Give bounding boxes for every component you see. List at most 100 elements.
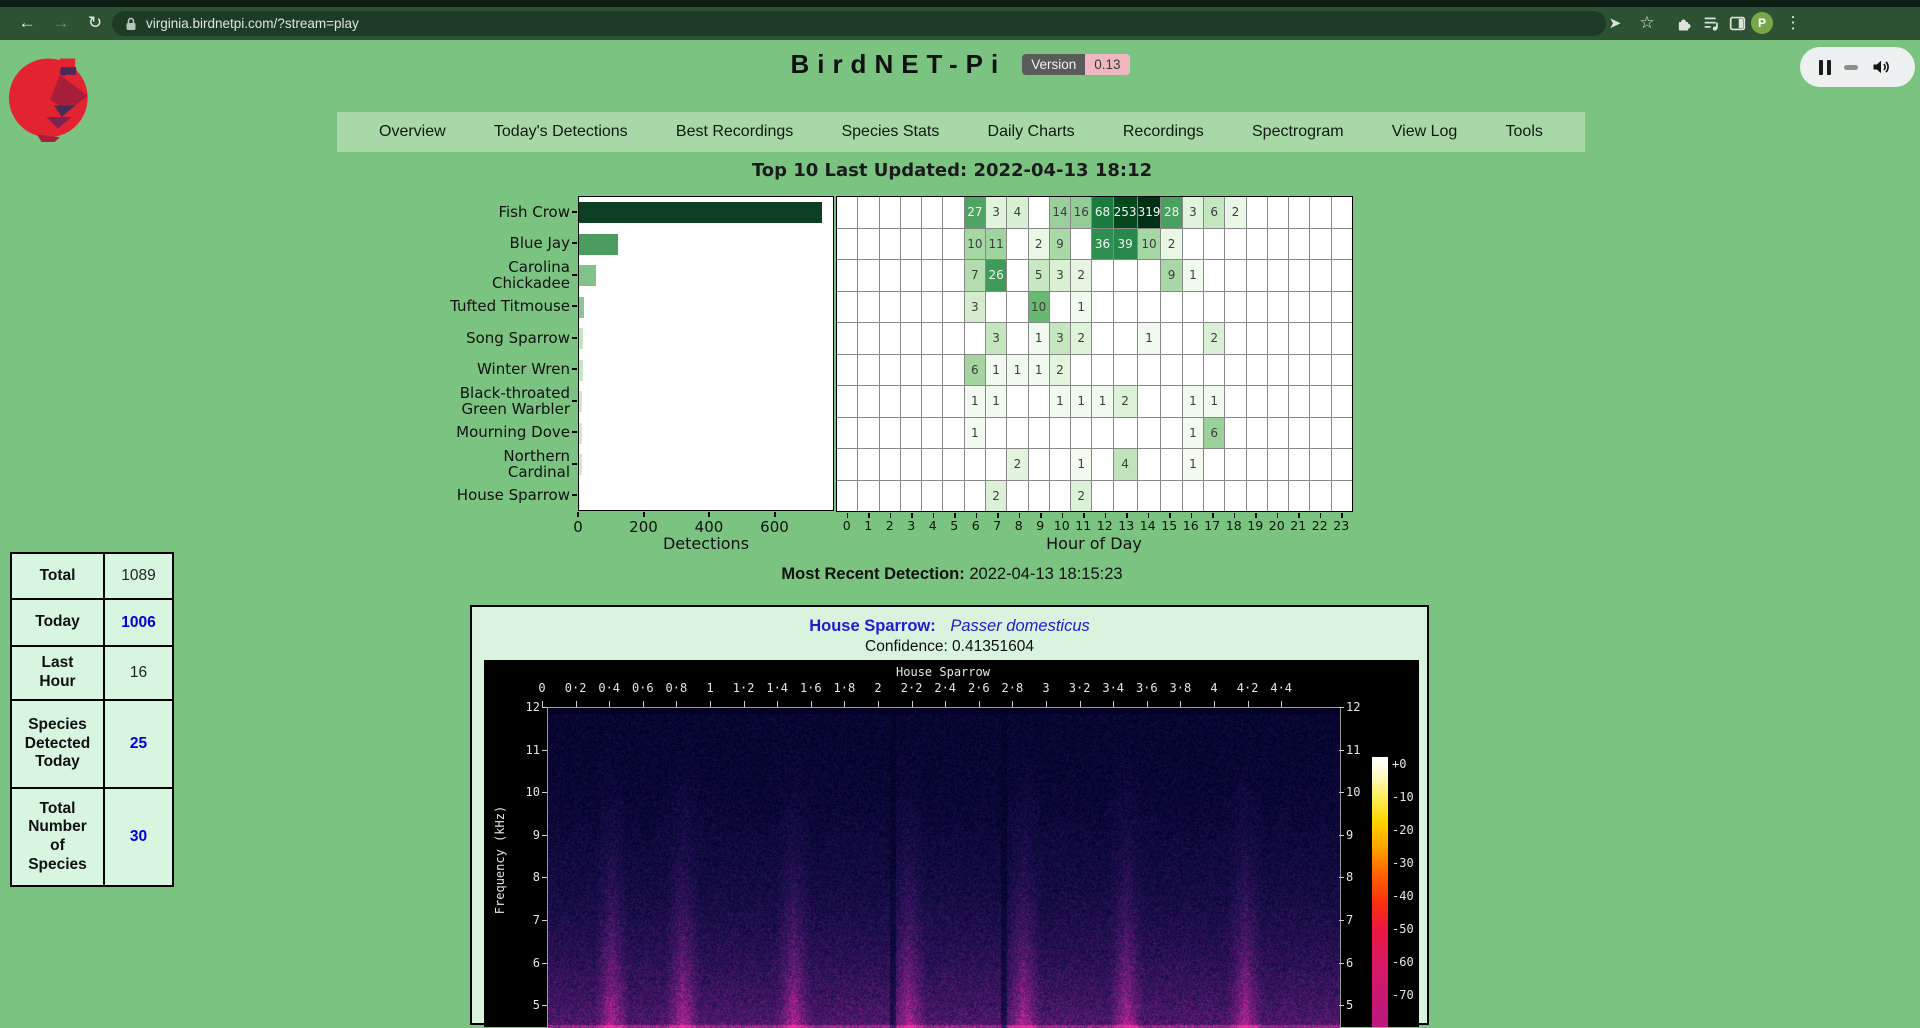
stats-label: Species Detected Today: [12, 701, 105, 787]
nav-item-daily-charts[interactable]: Daily Charts: [988, 123, 1075, 141]
heatmap-cell: [1092, 449, 1112, 480]
browser-menu-icon[interactable]: ⋮: [1780, 10, 1806, 36]
heat-x-tick: [933, 513, 935, 518]
heatmap-cell: [1161, 449, 1181, 480]
heatmap-cell: [922, 323, 942, 354]
spectro-y-tick: [542, 877, 547, 878]
colorbar-tick-label: -10: [1392, 790, 1426, 804]
nav-item-best-recordings[interactable]: Best Recordings: [676, 123, 793, 141]
heatmap-cell: [1268, 386, 1288, 417]
heatmap-cell: 1: [1071, 386, 1091, 417]
heatmap-cell: [858, 197, 878, 228]
heat-x-tick: [1105, 513, 1107, 518]
heatmap-cell: 3: [965, 292, 985, 323]
heatmap-cell: [1332, 449, 1352, 480]
heatmap-cell: [1183, 481, 1203, 512]
heatmap-cell: [1289, 292, 1309, 323]
stats-value[interactable]: 30: [105, 789, 172, 885]
heatmap-x-axis-label: Hour of Day: [994, 534, 1194, 553]
heatmap-cell: [1310, 323, 1330, 354]
heatmap-cell: [901, 229, 921, 260]
heatmap-cell: [1332, 481, 1352, 512]
address-bar[interactable]: virginia.birdnetpi.com/?stream=play: [112, 11, 1606, 36]
heatmap-cell: 14: [1050, 197, 1070, 228]
heatmap-cell: [901, 481, 921, 512]
heatmap-cell: [1332, 197, 1352, 228]
nav-item-recordings[interactable]: Recordings: [1123, 123, 1204, 141]
heat-x-tick-label: 8: [1008, 518, 1030, 533]
side-panel-icon[interactable]: [1724, 10, 1750, 36]
heatmap-cell: [837, 386, 857, 417]
heatmap-cell: [1183, 355, 1203, 386]
heatmap-cell: [837, 229, 857, 260]
lock-icon: [124, 16, 138, 32]
heat-x-tick: [1040, 513, 1042, 518]
spectro-x-tick-label: 4·4: [1260, 681, 1302, 695]
bar-carolina-chickadee: [579, 265, 596, 286]
heatmap-cell: [837, 481, 857, 512]
spectro-y-tick-label-left: 11: [506, 743, 540, 757]
heat-x-tick: [976, 513, 978, 518]
nav-item-view-log[interactable]: View Log: [1392, 123, 1458, 141]
heatmap-cell: [1310, 355, 1330, 386]
heatmap-cell: [1183, 229, 1203, 260]
heat-x-tick-label: 2: [879, 518, 901, 533]
heatmap-cell: [986, 449, 1006, 480]
stats-label: Last Hour: [12, 647, 105, 699]
heatmap-cell: [837, 418, 857, 449]
heat-x-tick: [1298, 513, 1300, 518]
heatmap-cell: [1114, 292, 1137, 323]
heatmap-cell: [1310, 386, 1330, 417]
heat-x-tick: [868, 513, 870, 518]
heat-x-tick: [1255, 513, 1257, 518]
nav-item-today-s-detections[interactable]: Today's Detections: [494, 123, 628, 141]
volume-icon[interactable]: [1871, 57, 1891, 77]
most-recent-label: Most Recent Detection:: [781, 565, 964, 583]
heat-x-tick-label: 18: [1223, 518, 1245, 533]
heatmap-cell: [880, 418, 900, 449]
heatmap-cell: [901, 386, 921, 417]
heatmap-cell: [837, 197, 857, 228]
pause-icon[interactable]: [1819, 60, 1831, 75]
profile-avatar[interactable]: P: [1751, 12, 1773, 34]
heatmap-cell: [1114, 481, 1137, 512]
heatmap-cell: [1138, 292, 1161, 323]
back-icon[interactable]: ←: [14, 10, 40, 36]
heat-x-tick: [847, 513, 849, 518]
spectro-x-tick: [878, 701, 879, 707]
heat-x-tick: [1234, 513, 1236, 518]
stats-value[interactable]: 1006: [105, 600, 172, 645]
heatmap-cell: 27: [965, 197, 985, 228]
nav-item-spectrogram[interactable]: Spectrogram: [1252, 123, 1344, 141]
playlist-icon[interactable]: [1698, 10, 1724, 36]
seek-slider[interactable]: [1844, 65, 1858, 70]
nav-item-tools[interactable]: Tools: [1506, 123, 1543, 141]
send-icon[interactable]: ➤: [1602, 10, 1628, 36]
heatmap-cell: [943, 449, 963, 480]
heat-x-tick-label: 22: [1309, 518, 1331, 533]
audio-player[interactable]: [1800, 47, 1915, 87]
nav-item-species-stats[interactable]: Species Stats: [841, 123, 939, 141]
heatmap-cell: [965, 481, 985, 512]
window-top-strip: [0, 0, 1920, 7]
species-label-mourning-dove: Mourning Dove: [390, 424, 570, 440]
bookmark-star-icon[interactable]: ☆: [1634, 10, 1660, 36]
spectrogram-title: House Sparrow: [547, 665, 1339, 679]
heatmap-cell: [1332, 292, 1352, 323]
spectro-y-tick-label-left: 12: [506, 700, 540, 714]
heatmap-cell: [1247, 481, 1267, 512]
heatmap-cell: 1: [1183, 418, 1203, 449]
heatmap-cell: [965, 323, 985, 354]
spectro-y-tick: [542, 920, 547, 921]
heatmap-cell: [922, 197, 942, 228]
species-label-blue-jay: Blue Jay: [390, 235, 570, 251]
heat-x-tick: [1126, 513, 1128, 518]
heatmap-cell: [858, 386, 878, 417]
y-tick: [572, 368, 577, 370]
heatmap-cell: [943, 229, 963, 260]
stats-value[interactable]: 25: [105, 701, 172, 787]
reload-icon[interactable]: ↻: [82, 10, 108, 36]
nav-item-overview[interactable]: Overview: [379, 123, 446, 141]
detection-species[interactable]: House Sparrow:: [809, 617, 936, 635]
extensions-puzzle-icon[interactable]: [1670, 10, 1696, 36]
